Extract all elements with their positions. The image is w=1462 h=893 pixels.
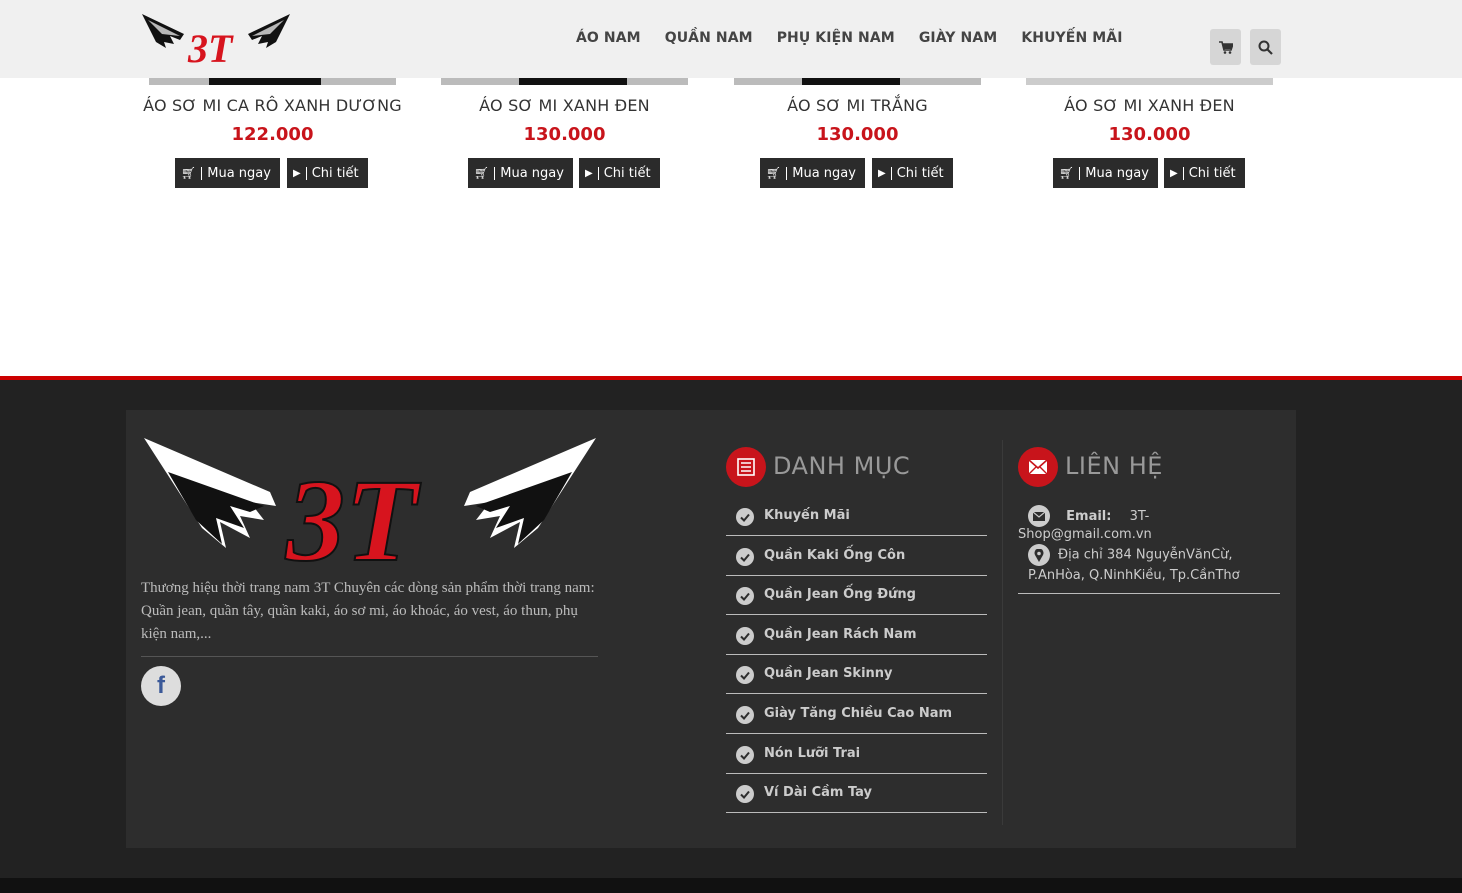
product-card: ÁO SƠ MI XANH ĐEN 130.000 🛒︎ Mua ngay ▶ Ch…: [1026, 78, 1273, 193]
product-name[interactable]: ÁO SƠ MI CA RÔ XANH DƯƠNG: [129, 96, 416, 115]
facebook-link[interactable]: f: [141, 666, 181, 706]
nav-phu-kien-nam[interactable]: PHỤ KIỆN NAM: [777, 30, 895, 46]
detail-label: Chi tiết: [311, 165, 359, 181]
buy-now-button[interactable]: 🛒︎ Mua ngay: [175, 158, 280, 188]
product-card: ÁO SƠ MI TRẮNG 130.000 🛒︎ Mua ngay ▶ Chi t…: [734, 78, 981, 193]
contact-email: Email: 3T-Shop@gmail.com.vn: [1018, 505, 1280, 542]
check-circle-icon: [736, 587, 754, 605]
cart-icon: 🛒︎: [181, 166, 197, 180]
categories-title: DANH MỤC: [773, 452, 911, 480]
check-circle-icon: [736, 706, 754, 724]
nav-ao-nam[interactable]: ÁO NAM: [576, 30, 641, 46]
mail-icon: [1018, 447, 1058, 487]
search-button[interactable]: [1250, 29, 1281, 65]
category-item[interactable]: Quần Jean Rách Nam: [726, 615, 987, 655]
site-header: 3T ÁO NAM QUẦN NAM PHỤ KIỆN NAM GIÀY NAM…: [0, 0, 1462, 78]
product-price: 122.000: [231, 124, 314, 145]
play-icon: ▶: [293, 167, 301, 179]
cart-button[interactable]: [1210, 29, 1241, 65]
check-circle-icon: [736, 785, 754, 803]
category-item[interactable]: Nón Lưỡi Trai: [726, 734, 987, 774]
product-image[interactable]: [1026, 78, 1273, 85]
buy-now-label: Mua ngay: [1085, 165, 1149, 181]
address-text: Địa chỉ 384 NguyễnVănCừ, P.AnHòa, Q.Ninh…: [1028, 547, 1240, 584]
category-item[interactable]: Quần Kaki Ống Côn: [726, 536, 987, 576]
category-label: Quần Jean Ống Đứng: [764, 587, 916, 602]
category-label: Ví Dài Cầm Tay: [764, 785, 873, 800]
check-circle-icon: [736, 666, 754, 684]
detail-button[interactable]: ▶ Chi tiết: [872, 158, 953, 188]
product-price: 130.000: [523, 124, 606, 145]
product-image[interactable]: [149, 78, 396, 85]
category-label: Nón Lưỡi Trai: [764, 746, 861, 761]
cart-icon: [1218, 40, 1233, 54]
product-card: ÁO SƠ MI XANH ĐEN 130.000 🛒︎ Mua ngay ▶ Ch…: [441, 78, 688, 193]
svg-text:3T: 3T: [285, 455, 421, 572]
contact-address: Địa chỉ 384 NguyễnVănCừ, P.AnHòa, Q.Ninh…: [1018, 544, 1280, 594]
category-label: Giày Tăng Chiều Cao Nam: [764, 706, 953, 721]
category-label: Quần Jean Skinny: [764, 666, 893, 681]
category-item[interactable]: Quần Jean Ống Đứng: [726, 575, 987, 615]
product-name[interactable]: ÁO SƠ MI XANH ĐEN: [1006, 96, 1293, 115]
buy-now-button[interactable]: 🛒︎ Mua ngay: [1053, 158, 1158, 188]
category-label: Khuyến Mãi: [764, 508, 850, 523]
footer-description: Thương hiệu thời trang nam 3T Chuyên các…: [141, 580, 595, 642]
email-label: Email:: [1066, 508, 1112, 524]
category-label: Quần Jean Rách Nam: [764, 627, 917, 642]
nav-giay-nam[interactable]: GIÀY NAM: [919, 30, 998, 46]
category-item[interactable]: Quần Jean Skinny: [726, 654, 987, 694]
footer-bottom-bar: [0, 878, 1462, 893]
product-name[interactable]: ÁO SƠ MI TRẮNG: [714, 96, 1001, 115]
category-label: Quần Kaki Ống Côn: [764, 548, 906, 563]
play-icon: ▶: [1170, 167, 1178, 179]
product-price: 130.000: [816, 124, 899, 145]
detail-label: Chi tiết: [896, 165, 944, 181]
map-marker-icon: [1028, 544, 1050, 566]
main-nav: ÁO NAM QUẦN NAM PHỤ KIỆN NAM GIÀY NAM KH…: [576, 30, 1147, 46]
category-item[interactable]: Giày Tăng Chiều Cao Nam: [726, 694, 987, 734]
buy-now-label: Mua ngay: [792, 165, 856, 181]
detail-button[interactable]: ▶ Chi tiết: [1164, 158, 1245, 188]
buy-now-button[interactable]: 🛒︎ Mua ngay: [760, 158, 865, 188]
list-icon: [726, 447, 766, 487]
product-price: 130.000: [1108, 124, 1191, 145]
cart-icon: 🛒︎: [766, 166, 782, 180]
play-icon: ▶: [878, 167, 886, 179]
buy-now-label: Mua ngay: [500, 165, 564, 181]
cart-icon: 🛒︎: [474, 166, 490, 180]
brand-logo[interactable]: 3T: [140, 12, 292, 66]
buy-now-label: Mua ngay: [207, 165, 271, 181]
product-name[interactable]: ÁO SƠ MI XANH ĐEN: [421, 96, 708, 115]
buy-now-button[interactable]: 🛒︎ Mua ngay: [468, 158, 573, 188]
check-circle-icon: [736, 508, 754, 526]
play-icon: ▶: [585, 167, 593, 179]
search-icon: [1258, 40, 1273, 55]
nav-khuyen-mai[interactable]: KHUYẾN MÃI: [1021, 30, 1122, 46]
facebook-icon: f: [157, 672, 165, 699]
nav-quan-nam[interactable]: QUẦN NAM: [665, 30, 753, 46]
contact-title: LIÊN HỆ: [1065, 452, 1163, 480]
category-item[interactable]: Ví Dài Cầm Tay: [726, 773, 987, 813]
divider: [141, 656, 598, 657]
footer-brand-logo: 3T: [144, 438, 596, 572]
product-image[interactable]: [441, 78, 688, 85]
check-circle-icon: [736, 548, 754, 566]
envelope-icon: [1028, 505, 1050, 527]
check-circle-icon: [736, 746, 754, 764]
column-divider: [1002, 440, 1003, 825]
svg-text:3T: 3T: [187, 26, 234, 66]
detail-label: Chi tiết: [1188, 165, 1236, 181]
check-circle-icon: [736, 627, 754, 645]
product-image[interactable]: [734, 78, 981, 85]
cart-icon: 🛒︎: [1059, 166, 1075, 180]
category-item[interactable]: Khuyến Mãi: [726, 496, 987, 536]
detail-label: Chi tiết: [603, 165, 651, 181]
detail-button[interactable]: ▶ Chi tiết: [287, 158, 368, 188]
detail-button[interactable]: ▶ Chi tiết: [579, 158, 660, 188]
product-card: ÁO SƠ MI CA RÔ XANH DƯƠNG 122.000 🛒︎ Mua …: [143, 78, 402, 193]
